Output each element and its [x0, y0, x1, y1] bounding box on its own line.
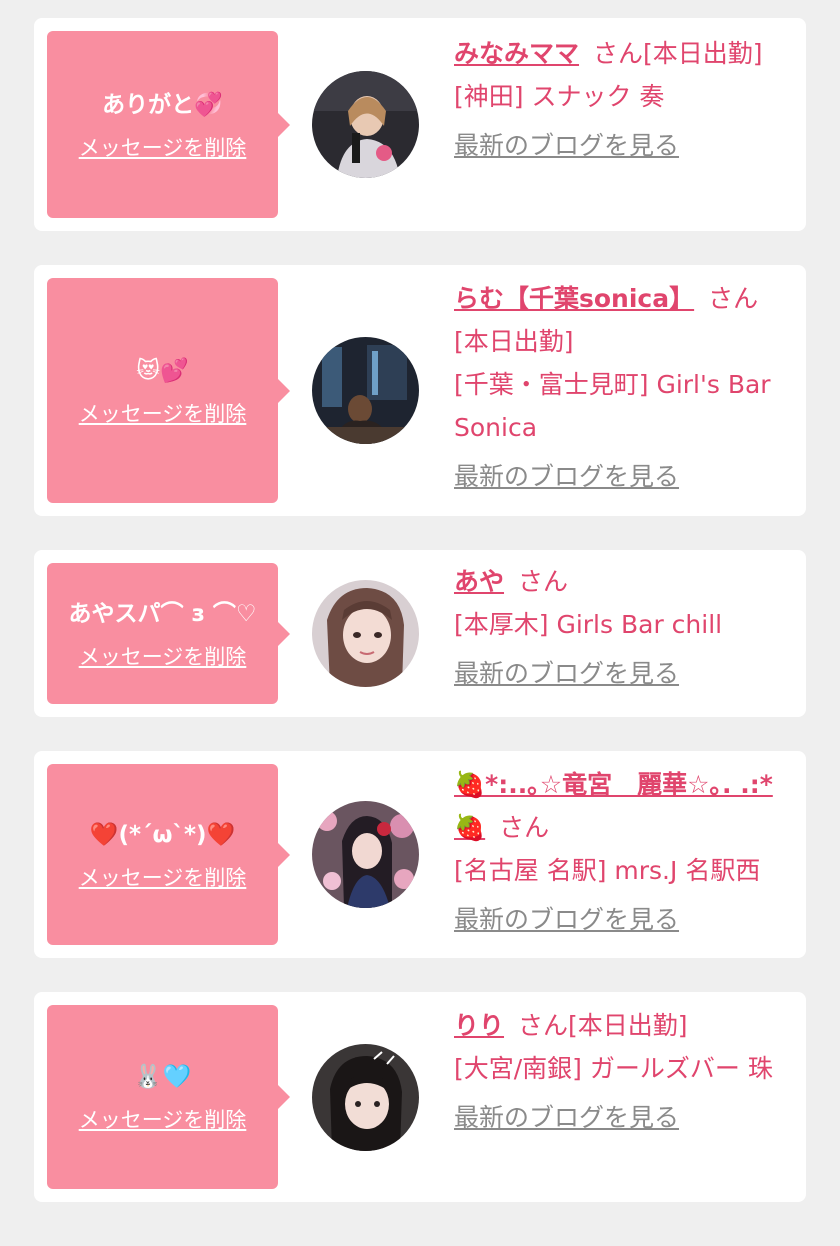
- avatar[interactable]: [312, 71, 419, 178]
- shop-name: [大宮/南銀] ガールズバー 珠: [454, 1054, 773, 1083]
- user-name-link[interactable]: りり: [454, 1011, 504, 1040]
- latest-blog-link[interactable]: 最新のブログを見る: [454, 1096, 679, 1139]
- user-info: 🍓*:..｡☆竜宮 麗華☆｡. .:*🍓 さん [名古屋 名駅] mrs.J 名駅…: [454, 763, 792, 941]
- message-card: ❤️(*´ω`*)❤️ メッセージを削除 🍓*:..｡☆竜宮 麗華☆｡. .:*…: [34, 751, 806, 958]
- user-name-link[interactable]: あや: [454, 567, 504, 596]
- message-card: あやスパ⌒ з ⌒♡ メッセージを削除 あや さん [本厚木] Girls Bar…: [34, 550, 806, 717]
- message-card: 😻💕 メッセージを削除 らむ【千葉sonica】 さん [本日出勤] [千葉・富士…: [34, 265, 806, 516]
- message-bubble: 😻💕 メッセージを削除: [47, 278, 290, 503]
- message-text: あやスパ⌒ з ⌒♡: [68, 600, 257, 627]
- honorific: さん: [499, 813, 550, 842]
- user-info: みなみママ さん[本日出勤] [神田] スナック 奏 最新のブログを見る: [454, 32, 792, 167]
- message-text: ありがと💞: [102, 91, 223, 118]
- user-name-link[interactable]: らむ【千葉sonica】: [454, 284, 694, 313]
- delete-message-link[interactable]: メッセージを削除: [79, 1104, 247, 1134]
- message-text: 🐰🩵: [133, 1064, 192, 1090]
- honorific: さん: [518, 567, 569, 596]
- user-info: らむ【千葉sonica】 さん [本日出勤] [千葉・富士見町] Girl's B…: [454, 277, 792, 498]
- message-text: ❤️(*´ω`*)❤️: [89, 821, 236, 848]
- honorific: さん: [518, 1011, 569, 1040]
- message-card: ありがと💞 メッセージを削除 みなみママ さん[本日出勤] [神田] スナック 奏…: [34, 18, 806, 231]
- user-name-link[interactable]: みなみママ: [454, 39, 579, 68]
- shop-name: [名古屋 名駅] mrs.J 名駅西: [454, 856, 761, 885]
- avatar[interactable]: [312, 1044, 419, 1151]
- shop-name: [千葉・富士見町] Girl's Bar Sonica: [454, 370, 771, 442]
- delete-message-link[interactable]: メッセージを削除: [79, 398, 247, 428]
- message-bubble: ありがと💞 メッセージを削除: [47, 31, 290, 218]
- avatar[interactable]: [312, 580, 419, 687]
- message-text: 😻💕: [136, 357, 189, 384]
- message-card: 🐰🩵 メッセージを削除 りり さん[本日出勤] [大宮/南銀] ガールズバー 珠 …: [34, 992, 806, 1202]
- latest-blog-link[interactable]: 最新のブログを見る: [454, 124, 679, 167]
- message-list: ありがと💞 メッセージを削除 みなみママ さん[本日出勤] [神田] スナック 奏…: [0, 0, 840, 1246]
- attendance-status: [本日出勤]: [643, 39, 763, 68]
- shop-name: [神田] スナック 奏: [454, 82, 665, 111]
- avatar[interactable]: [312, 801, 419, 908]
- message-bubble: ❤️(*´ω`*)❤️ メッセージを削除: [47, 764, 290, 945]
- user-info: りり さん[本日出勤] [大宮/南銀] ガールズバー 珠 最新のブログを見る: [454, 1004, 792, 1139]
- delete-message-link[interactable]: メッセージを削除: [79, 132, 247, 162]
- latest-blog-link[interactable]: 最新のブログを見る: [454, 652, 679, 695]
- attendance-status: [本日出勤]: [454, 327, 574, 356]
- avatar[interactable]: [312, 337, 419, 444]
- latest-blog-link[interactable]: 最新のブログを見る: [454, 455, 679, 498]
- honorific: さん: [593, 39, 644, 68]
- message-bubble: 🐰🩵 メッセージを削除: [47, 1005, 290, 1189]
- message-bubble: あやスパ⌒ з ⌒♡ メッセージを削除: [47, 563, 290, 704]
- latest-blog-link[interactable]: 最新のブログを見る: [454, 898, 679, 941]
- shop-name: [本厚木] Girls Bar chill: [454, 610, 723, 639]
- attendance-status: [本日出勤]: [568, 1011, 688, 1040]
- delete-message-link[interactable]: メッセージを削除: [79, 862, 247, 892]
- user-info: あや さん [本厚木] Girls Bar chill 最新のブログを見る: [454, 560, 792, 695]
- delete-message-link[interactable]: メッセージを削除: [79, 641, 247, 671]
- honorific: さん: [708, 284, 759, 313]
